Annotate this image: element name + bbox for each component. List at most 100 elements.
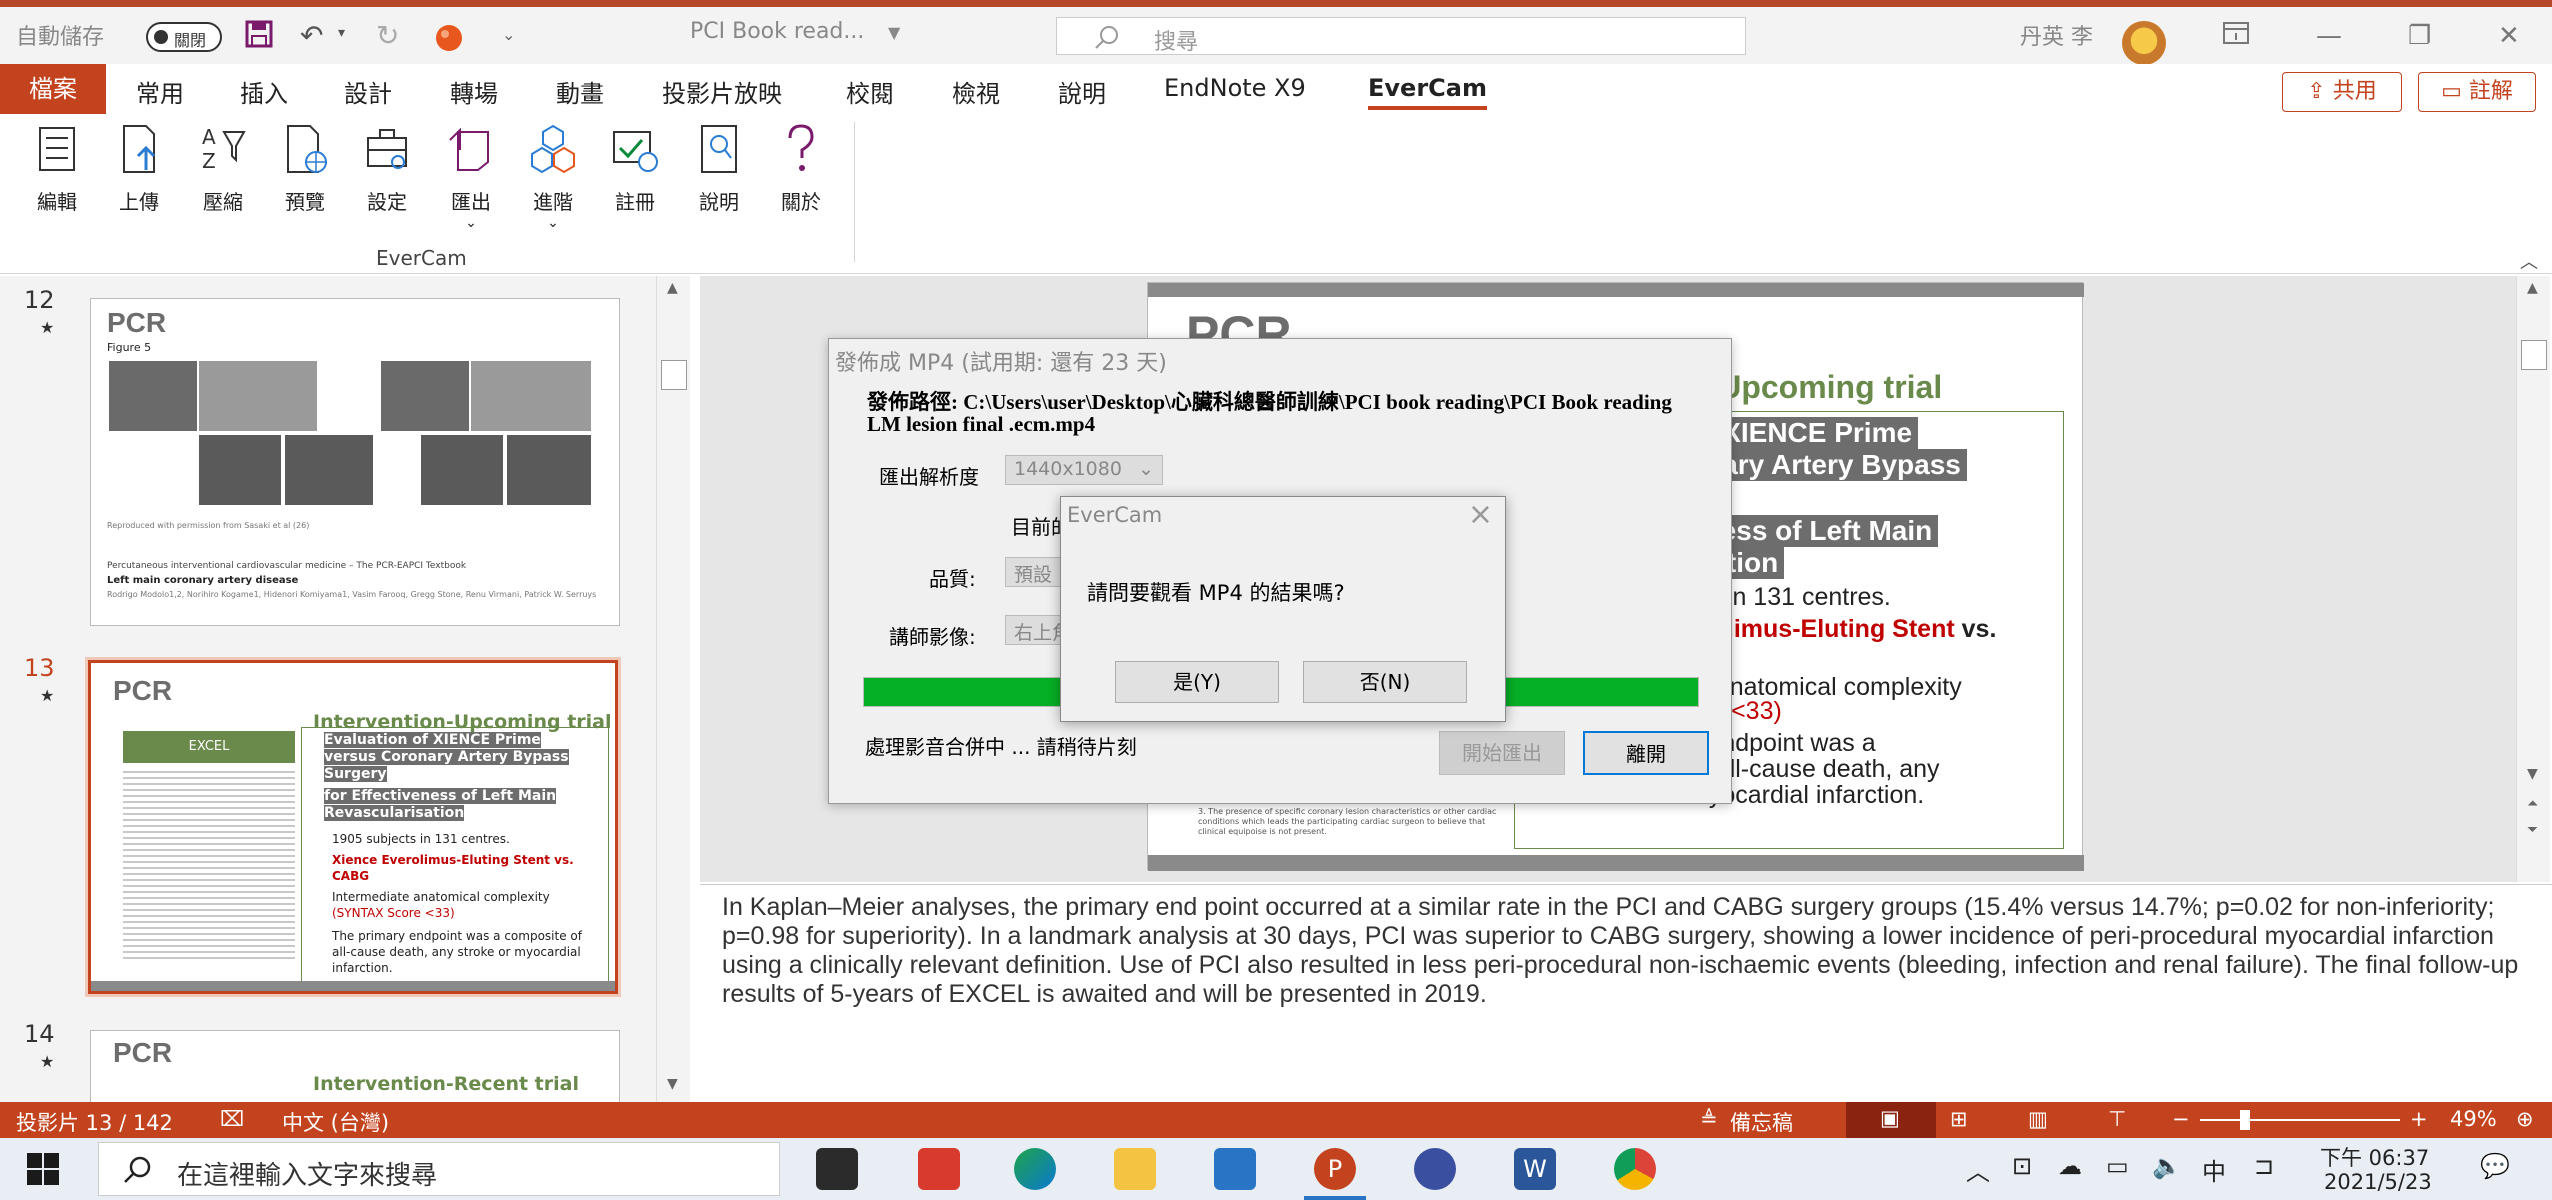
edit-button[interactable]: 編輯 [22,122,92,215]
mail-icon[interactable] [1214,1148,1256,1190]
tab-home[interactable]: 常用 [136,74,184,109]
slide-counter[interactable]: 投影片 13 / 142 [16,1107,173,1137]
slide-thumbnail-12[interactable]: PCR Figure 5 Reproduced with permission … [90,298,620,626]
tab-slideshow[interactable]: 投影片放映 [662,74,782,109]
slideshow-icon[interactable]: ⊤ [2108,1107,2126,1131]
tab-endnote[interactable]: EndNote X9 [1164,74,1306,102]
slide-sorter-icon[interactable]: ⊞ [1950,1107,1968,1131]
leave-button[interactable]: 離開 [1583,731,1709,775]
record-icon[interactable] [434,23,464,60]
scroll-up-arrow[interactable]: ▲ [667,280,678,296]
microsoft-store-icon[interactable] [816,1148,858,1190]
notes-pane[interactable]: In Kaplan–Meier analyses, the primary en… [700,884,2552,1102]
no-button[interactable]: 否(N) [1303,661,1467,703]
autosave-toggle[interactable]: 關閉 [146,22,222,52]
tab-transitions[interactable]: 轉場 [450,74,498,109]
ribbon-display-icon[interactable] [2222,21,2250,52]
normal-view-button[interactable]: ▣ [1846,1102,1936,1138]
volume-icon[interactable]: 🔈 [2152,1152,2182,1180]
slide-number-13: 13 [24,654,55,682]
edge-browser-icon[interactable] [1014,1148,1056,1190]
comments-button[interactable]: ▭ 註解 [2418,72,2536,112]
gift-app-icon[interactable] [918,1148,960,1190]
title-dropdown-icon[interactable]: ▼ [888,23,900,42]
slide-thumbnail-13[interactable]: PCR Intervention-Upcoming trial EXCEL Ev… [85,657,621,997]
powerpoint-icon[interactable]: P [1314,1148,1356,1190]
tray-chevron-icon[interactable]: ︿ [1966,1152,1990,1187]
document-title[interactable]: PCI Book read... [690,19,864,44]
register-button[interactable]: 註冊 [600,122,670,215]
collapse-ribbon-icon[interactable]: ︿ [2520,248,2538,274]
scroll-up-arrow[interactable]: ▲ [2527,280,2538,296]
title-search-box[interactable]: 搜尋 [1056,17,1746,55]
fit-slide-icon[interactable]: ⊕ [2516,1107,2534,1131]
redo-icon[interactable]: ↻ [376,19,399,52]
tab-file[interactable]: 檔案 [0,64,106,114]
speaker-notes-text[interactable]: In Kaplan–Meier analyses, the primary en… [722,893,2532,1009]
notes-toggle-label[interactable]: 備忘稿 [1730,1107,1793,1137]
resolution-select[interactable]: 1440x1080 ⌄ [1005,455,1163,485]
previous-slide-icon[interactable]: ⏶ [2527,796,2538,812]
notification-icon[interactable]: 💬 [2480,1152,2510,1180]
tab-insert[interactable]: 插入 [240,74,288,109]
onedrive-icon[interactable]: ☁ [2058,1152,2082,1180]
tab-evercam[interactable]: EverCam [1368,74,1487,110]
restore-icon[interactable]: ❐ [2408,21,2431,51]
save-icon[interactable] [244,19,274,56]
compress-button[interactable]: AZ 壓縮 [188,122,258,215]
meet-icon[interactable]: ⊡ [2012,1152,2032,1180]
undo-dropdown-icon[interactable]: ▾ [338,25,345,41]
avatar[interactable] [2122,21,2166,65]
zoom-in-button[interactable]: + [2410,1107,2428,1131]
battery-icon[interactable]: ▭ [2106,1152,2129,1180]
taskbar-time[interactable]: 下午 06:37 [2320,1142,2429,1172]
slide-thumbnail-14[interactable]: PCR Intervention-Recent trial [90,1030,620,1102]
scroll-thumb[interactable] [661,360,687,390]
help-button[interactable]: 說明 [684,122,754,215]
close-icon[interactable]: ✕ [2498,21,2520,51]
settings-button[interactable]: 設定 [352,122,422,215]
preview-button[interactable]: 預覽 [270,122,340,215]
about-button[interactable]: 關於 [766,122,836,215]
close-icon[interactable]: × [1468,497,1493,532]
scroll-thumb[interactable] [2521,340,2547,370]
zoom-level[interactable]: 49% [2450,1107,2497,1131]
tab-view[interactable]: 檢視 [952,74,1000,109]
scroll-down-arrow[interactable]: ▼ [2527,766,2538,782]
accessibility-icon[interactable]: ⌧ [220,1107,244,1131]
reading-view-icon[interactable]: ▥ [2028,1107,2048,1131]
quality-select[interactable]: 預設 [1005,557,1065,587]
tab-design[interactable]: 設計 [344,74,392,109]
thumbnail-scrollbar[interactable]: ▲ ▼ [656,276,690,1102]
export-button[interactable]: 匯出 ⌄ [436,122,506,231]
title-bar: 自動儲存 關閉 ↶ ▾ ↻ ⌄ PCI Book read... ▼ 搜尋 丹英… [0,0,2552,65]
windows-start-icon[interactable] [26,1152,60,1190]
undo-icon[interactable]: ↶ [300,19,323,52]
advanced-button[interactable]: 進階 ⌄ [518,122,588,231]
yes-button[interactable]: 是(Y) [1115,661,1279,703]
upload-button[interactable]: 上傳 [104,122,174,215]
tab-help[interactable]: 說明 [1058,74,1106,109]
next-slide-icon[interactable]: ⏷ [2527,822,2538,838]
file-explorer-icon[interactable] [1114,1148,1156,1190]
customize-qat-icon[interactable]: ⌄ [502,25,515,44]
zoom-slider-handle[interactable] [2240,1110,2250,1130]
ime-mode-icon[interactable]: ⊐ [2254,1152,2274,1180]
zoom-slider[interactable] [2200,1119,2400,1121]
share-button[interactable]: ⇪ 共用 [2282,72,2402,112]
instructor-video-select[interactable]: 右上角 [1005,615,1065,645]
slide-scrollbar[interactable]: ▲ ▼ ⏶ ⏷ [2516,276,2550,882]
tab-animations[interactable]: 動畫 [556,74,604,109]
tab-review[interactable]: 校閱 [846,74,894,109]
input-method-indicator[interactable]: 中 [2202,1152,2226,1187]
taskbar-search-box[interactable]: 在這裡輸入文字來搜尋 [98,1142,780,1196]
word-icon[interactable]: W [1514,1148,1556,1190]
zoom-out-button[interactable]: − [2172,1107,2190,1131]
scroll-down-arrow[interactable]: ▼ [667,1076,678,1092]
language-indicator[interactable]: 中文 (台灣) [282,1107,389,1137]
minimize-icon[interactable]: — [2316,21,2342,51]
start-export-button[interactable]: 開始匯出 [1439,731,1565,775]
taskbar-date[interactable]: 2021/5/23 [2324,1170,2432,1194]
math-app-icon[interactable] [1414,1148,1456,1190]
chrome-icon[interactable] [1614,1148,1656,1190]
